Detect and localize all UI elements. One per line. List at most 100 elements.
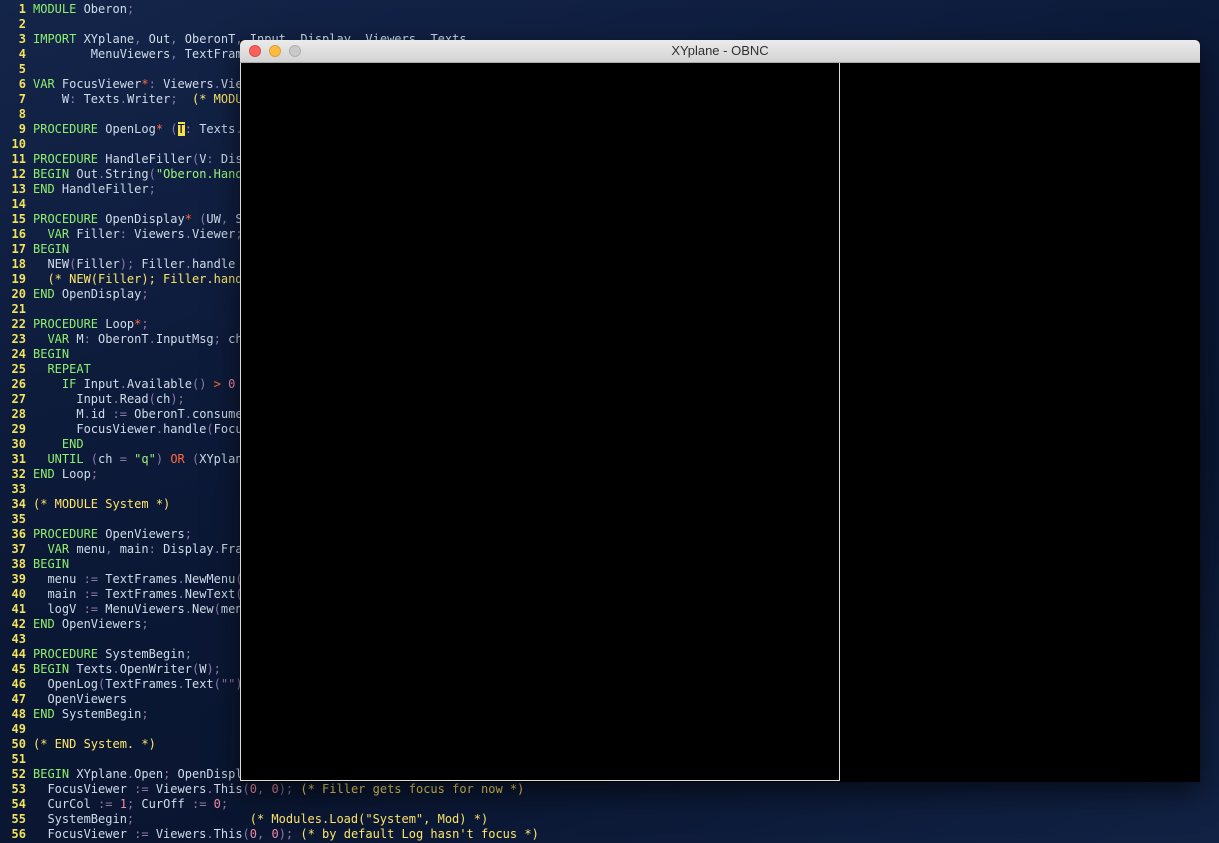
code-token: ch (155, 392, 171, 406)
code-line[interactable]: 54 CurCol := 1; CurOff := 0; (0, 797, 229, 812)
code-line[interactable]: 11 PROCEDURE HandleFiller(V: Disp (0, 152, 250, 167)
code-line[interactable]: 36 PROCEDURE OpenViewers; (0, 527, 192, 542)
line-number: 37 (11, 542, 26, 556)
code-token: New (191, 602, 214, 616)
code-line[interactable]: 56 FocusViewer := Viewers.This(0, 0); (*… (0, 827, 539, 842)
code-line[interactable]: 17 BEGIN (0, 242, 70, 257)
code-token: VAR (33, 227, 70, 241)
code-token: BEGIN (33, 557, 70, 571)
code-token: ( (83, 452, 99, 466)
code-token: . (184, 257, 192, 271)
code-line[interactable]: 10 (0, 137, 33, 152)
code-token: OberonT (177, 32, 236, 46)
code-line[interactable]: 2 (0, 17, 33, 32)
code-line[interactable]: 26 IF Input.Available() > 0 T (0, 377, 250, 392)
code-line[interactable]: 14 (0, 197, 33, 212)
code-line[interactable]: 47 OpenViewers (0, 692, 127, 707)
code-token: FocusViewer (33, 827, 135, 841)
code-token: UW (206, 212, 221, 226)
code-line[interactable]: 8 (0, 107, 33, 122)
code-line[interactable]: 53 FocusViewer := Viewers.This(0, 0); (*… (0, 782, 525, 797)
code-line[interactable]: 21 (0, 302, 33, 317)
code-line[interactable]: 38 BEGIN (0, 557, 70, 572)
code-token: : (148, 542, 156, 556)
code-token: (* MODULE System *) (33, 497, 171, 511)
code-line[interactable]: 48 END SystemBegin; (0, 707, 149, 722)
code-line[interactable]: 45 BEGIN Texts.OpenWriter(W); (0, 662, 221, 677)
code-token: Out (141, 32, 171, 46)
xyplane-window[interactable]: XYplane - OBNC (240, 40, 1200, 782)
code-token: Viewer (191, 227, 236, 241)
code-token: (* by default Log hasn't focus *) (293, 827, 539, 841)
code-token: BEGIN (33, 242, 70, 256)
code-line[interactable]: 1 MODULE Oberon; (0, 2, 134, 17)
code-token: SystemBegin (98, 647, 185, 661)
code-line[interactable]: 12 BEGIN Out.String("Oberon.Handl (0, 167, 250, 182)
code-line[interactable]: 35 (0, 512, 33, 527)
code-token: PROCEDURE (33, 212, 99, 226)
code-line[interactable]: 44 PROCEDURE SystemBegin; (0, 647, 192, 662)
line-number: 54 (11, 797, 26, 811)
code-line[interactable]: 24 BEGIN (0, 347, 70, 362)
code-line[interactable]: 5 (0, 62, 33, 77)
window-content[interactable] (240, 63, 1200, 782)
code-line[interactable]: 33 (0, 482, 33, 497)
line-number: 33 (11, 482, 26, 496)
window-titlebar[interactable]: XYplane - OBNC (240, 40, 1200, 63)
line-number: 48 (11, 707, 26, 721)
code-line[interactable]: 42 END OpenViewers; (0, 617, 149, 632)
code-line[interactable]: 22 PROCEDURE Loop*; (0, 317, 149, 332)
code-token: REPEAT (33, 362, 91, 376)
code-token: HandleFiller (98, 152, 192, 166)
line-number: 21 (11, 302, 26, 316)
code-token: ( (148, 167, 156, 181)
code-line[interactable]: 51 (0, 752, 33, 767)
code-token: (* END System. *) (33, 737, 156, 751)
code-line[interactable]: 18 NEW(Filler); Filler.handle : (0, 257, 250, 272)
code-line[interactable]: 7 W: Texts.Writer; (* MODUL (0, 92, 250, 107)
code-line[interactable]: 13 END HandleFiller; (0, 182, 156, 197)
code-token: Read (119, 392, 149, 406)
code-token: OberonT (126, 407, 185, 421)
code-line[interactable]: 19 (* NEW(Filler); Filler.handl (0, 272, 250, 287)
code-line[interactable]: 20 END OpenDisplay; (0, 287, 149, 302)
line-number: 41 (11, 602, 26, 616)
xyplane-canvas[interactable] (240, 63, 840, 781)
code-line[interactable]: 15 PROCEDURE OpenDisplay* (UW, SW (0, 212, 250, 227)
code-line[interactable]: 37 VAR menu, main: Display.Fram (0, 542, 250, 557)
code-line[interactable]: 32 END Loop; (0, 467, 99, 482)
code-token: . (184, 602, 192, 616)
code-line[interactable]: 49 (0, 722, 33, 737)
code-line[interactable]: 50 (* END System. *) (0, 737, 156, 752)
line-number: 39 (11, 572, 26, 586)
code-token: SystemBegin (54, 707, 142, 721)
code-line[interactable]: 41 logV := MenuViewers.New(menu (0, 602, 250, 617)
code-line[interactable]: 30 END (0, 437, 84, 452)
code-token: handle (191, 257, 243, 271)
code-line[interactable]: 39 menu := TextFrames.NewMenu(" (0, 572, 250, 587)
code-token: BEGIN (33, 167, 70, 181)
code-token: := (83, 602, 99, 616)
code-line[interactable]: 31 UNTIL (ch = "q") OR (XYplane (0, 452, 250, 467)
code-line[interactable]: 52 BEGIN XYplane.Open; OpenDispla (0, 767, 250, 782)
code-line[interactable]: 43 (0, 632, 33, 647)
code-line[interactable]: 46 OpenLog(TextFrames.Text("")) (0, 677, 250, 692)
code-token: ch (98, 452, 120, 466)
code-line[interactable]: 28 M.id := OberonT.consume; (0, 407, 250, 422)
code-line[interactable]: 4 MenuViewers, TextFrames (0, 47, 257, 62)
code-line[interactable]: 23 VAR M: OberonT.InputMsg; ch: (0, 332, 250, 347)
code-line[interactable]: 55 SystemBegin; (* Modules.Load("System"… (0, 812, 489, 827)
line-number: 43 (11, 632, 26, 646)
code-line[interactable]: 40 main := TextFrames.NewText(L (0, 587, 250, 602)
code-line[interactable]: 34 (* MODULE System *) (0, 497, 171, 512)
code-line[interactable]: 27 Input.Read(ch); (0, 392, 185, 407)
code-line[interactable]: 16 VAR Filler: Viewers.Viewer; (0, 227, 243, 242)
code-token: = (119, 452, 127, 466)
code-token: CurCol (33, 797, 99, 811)
code-line[interactable]: 9PROCEDURE OpenLog* (T: Texts.T (0, 122, 250, 137)
line-number: 50 (11, 737, 26, 751)
code-line[interactable]: 29 FocusViewer.handle(Focus (0, 422, 250, 437)
code-token: NEW (33, 257, 70, 271)
code-line[interactable]: 25 REPEAT (0, 362, 91, 377)
code-line[interactable]: 6 VAR FocusViewer*: Viewers.View (0, 77, 250, 92)
